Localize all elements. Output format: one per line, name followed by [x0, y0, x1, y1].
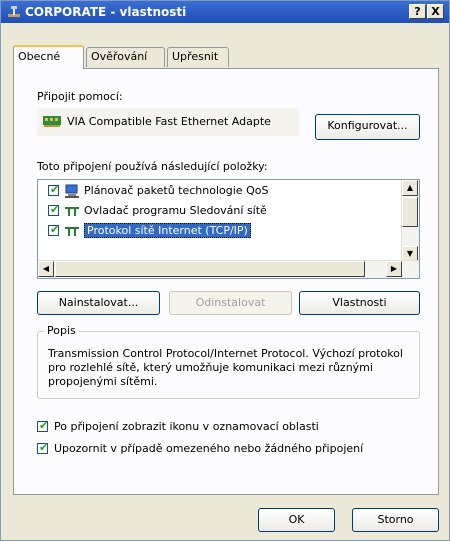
- checkmark-icon: ✔: [50, 183, 60, 196]
- scroll-thumb[interactable]: [402, 197, 418, 227]
- connect-using-label: Připojit pomocí:: [37, 90, 123, 103]
- item-checkbox[interactable]: ✔: [48, 203, 60, 216]
- list-item[interactable]: ✔ Plánovač paketů technologie QoS: [42, 181, 402, 201]
- list-item[interactable]: ✔ Ovladač programu Sledování sítě: [42, 201, 402, 221]
- network-monitor-icon: [65, 207, 79, 216]
- adapter-name: VIA Compatible Fast Ethernet Adapte: [67, 115, 271, 128]
- properties-dialog: CORPORATE - vlastnosti ? X Obecné Ověřov…: [0, 0, 450, 541]
- qos-scheduler-icon: [65, 184, 79, 198]
- description-title: Popis: [44, 324, 79, 337]
- scroll-up-icon[interactable]: ▲: [402, 180, 418, 196]
- ok-button[interactable]: OK: [258, 508, 335, 532]
- item-checkbox[interactable]: ✔: [48, 223, 60, 236]
- checkmark-icon: ✔: [50, 203, 60, 216]
- cancel-button[interactable]: Storno: [352, 508, 439, 532]
- items-label: Toto připojení používá následující polož…: [37, 160, 268, 173]
- tab-advanced[interactable]: Upřesnit: [167, 47, 229, 67]
- item-checkbox[interactable]: ✔: [48, 183, 60, 196]
- tab-general[interactable]: Obecné: [13, 45, 84, 69]
- item-label: Plánovač paketů technologie QoS: [84, 184, 269, 197]
- item-label: Protokol sítě Internet (TCP/IP): [84, 223, 251, 238]
- show-icon-label: Po připojení zobrazit ikonu v oznamovací…: [54, 420, 319, 433]
- window-title: CORPORATE - vlastnosti: [25, 5, 187, 19]
- protocol-icon: [65, 227, 79, 236]
- close-button[interactable]: X: [427, 4, 444, 19]
- tab-authentication[interactable]: Ověřování: [86, 47, 165, 67]
- description-group: Popis Transmission Control Protocol/Inte…: [37, 324, 420, 399]
- horizontal-scrollbar[interactable]: ◀ ▶: [38, 260, 419, 278]
- title-bar[interactable]: CORPORATE - vlastnosti ? X: [1, 1, 449, 23]
- configure-button[interactable]: Konfigurovat...: [315, 114, 420, 140]
- checkmark-icon: ✔: [50, 223, 60, 236]
- uninstall-button[interactable]: Odinstalovat: [169, 291, 292, 315]
- properties-button[interactable]: Vlastnosti: [299, 291, 420, 315]
- network-adapter-icon: [43, 116, 61, 127]
- list-item[interactable]: ✔ Protokol sítě Internet (TCP/IP): [42, 221, 402, 241]
- description-text: Transmission Control Protocol/Internet P…: [48, 347, 403, 388]
- scroll-right-icon[interactable]: ▶: [386, 261, 402, 277]
- notify-label: Upozornit v případě omezeného nebo žádné…: [54, 442, 364, 455]
- vertical-scrollbar[interactable]: ▲ ▼: [401, 180, 419, 262]
- components-list[interactable]: ✔ Plánovač paketů technologie QoS ✔ Ovla…: [37, 179, 420, 279]
- help-button[interactable]: ?: [409, 4, 426, 19]
- network-connection-icon: [8, 6, 20, 17]
- adapter-field: VIA Compatible Fast Ethernet Adapte: [37, 108, 299, 136]
- show-icon-checkbox[interactable]: ✔: [37, 419, 49, 432]
- scroll-left-icon[interactable]: ◀: [38, 261, 54, 277]
- show-icon-option[interactable]: ✔ Po připojení zobrazit ikonu v oznamova…: [37, 419, 377, 435]
- checkmark-icon: ✔: [39, 441, 49, 454]
- item-label: Ovladač programu Sledování sítě: [84, 204, 267, 217]
- scroll-thumb-horizontal[interactable]: [55, 261, 365, 277]
- notify-option[interactable]: ✔ Upozornit v případě omezeného nebo žád…: [37, 441, 397, 457]
- install-button[interactable]: Nainstalovat...: [37, 291, 160, 315]
- notify-checkbox[interactable]: ✔: [37, 441, 49, 454]
- checkmark-icon: ✔: [39, 419, 49, 432]
